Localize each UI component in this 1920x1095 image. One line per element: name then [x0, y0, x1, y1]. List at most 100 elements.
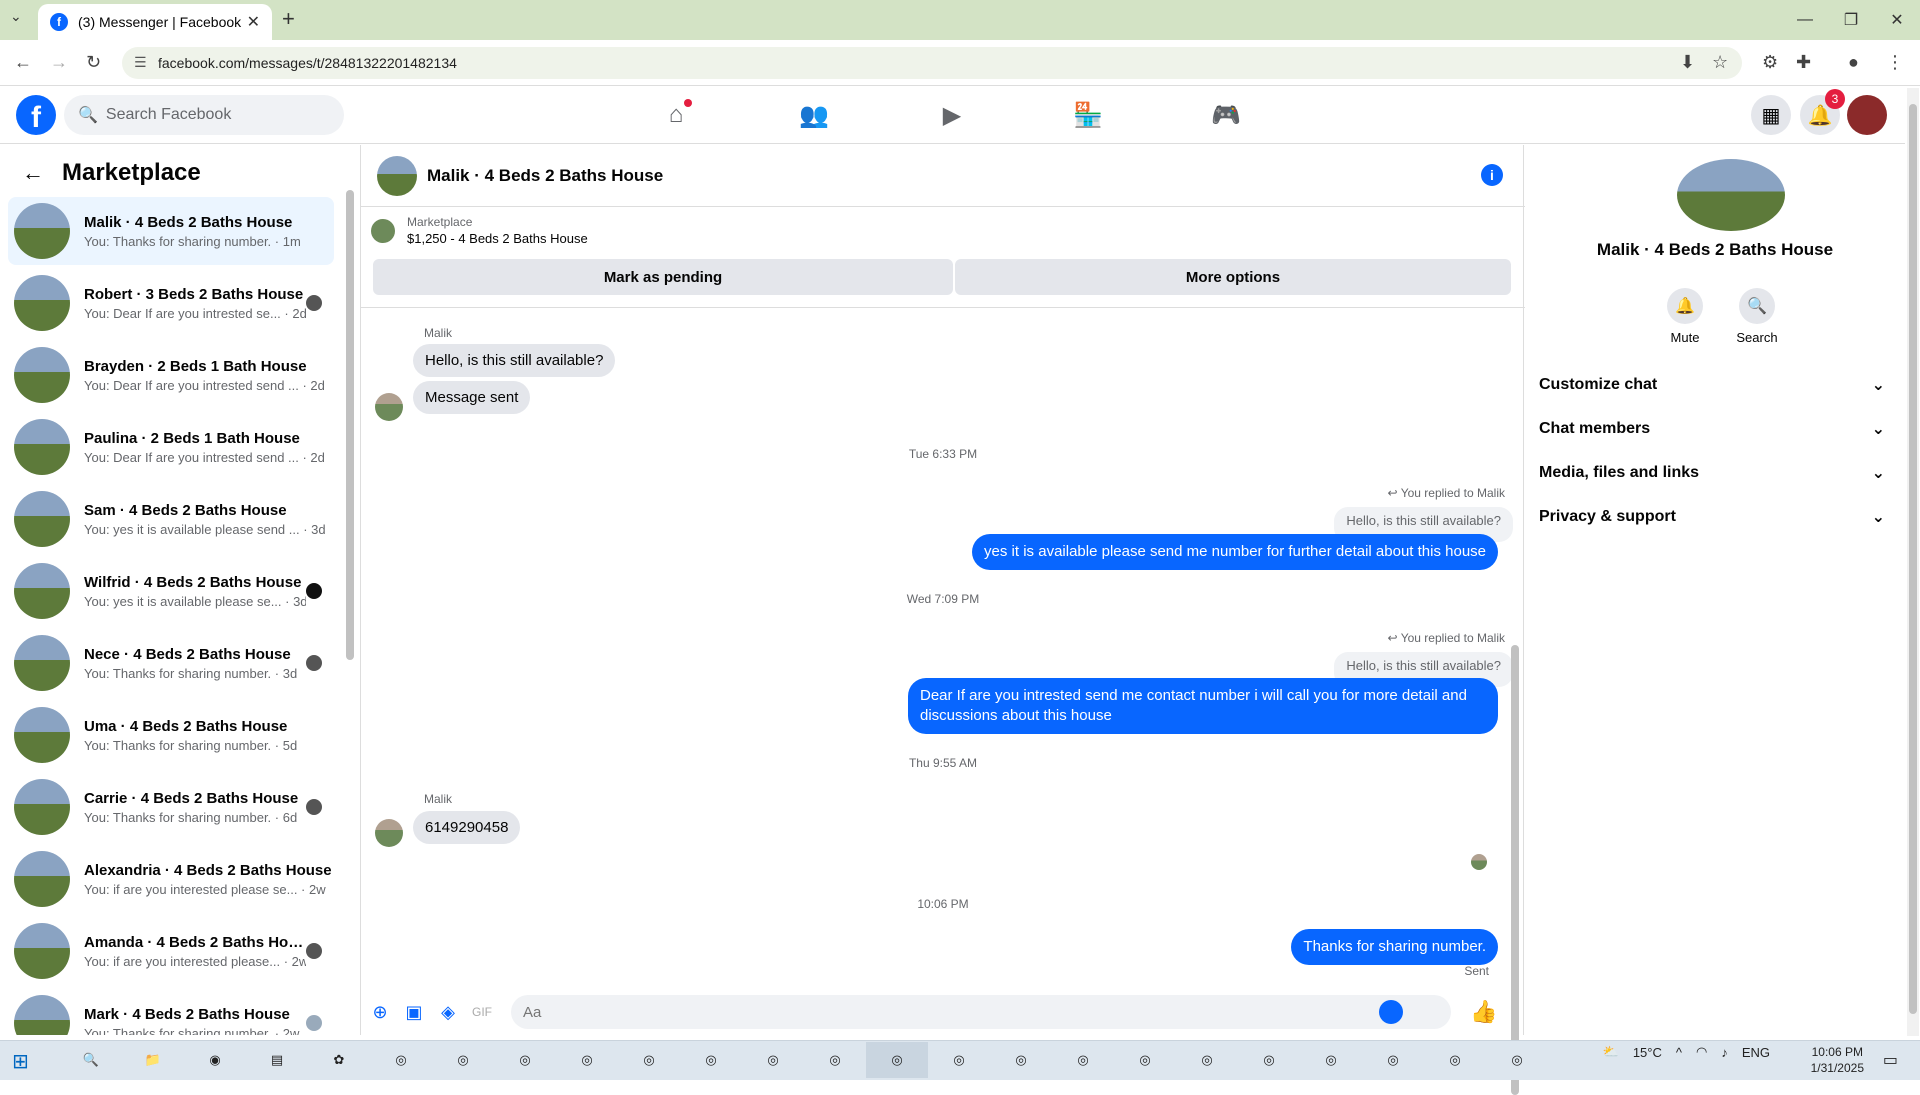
privacy-support-section[interactable]: Privacy & support ⌄	[1539, 499, 1891, 535]
avatar[interactable]	[377, 155, 417, 196]
conversation-item[interactable]: Mark · 4 Beds 2 Baths House You: Thanks f…	[8, 989, 334, 1035]
chrome-window-icon[interactable]: ◎	[432, 1042, 494, 1078]
chrome-window-icon[interactable]: ◎	[1424, 1042, 1486, 1078]
forward-icon[interactable]: →	[50, 52, 68, 73]
chrome-window-icon[interactable]: ◎	[680, 1042, 742, 1078]
chrome-window-icon[interactable]: ◎	[1362, 1042, 1424, 1078]
conversation-item[interactable]: Brayden · 2 Beds 1 Bath House You: Dear I…	[8, 341, 334, 409]
conversation-item[interactable]: Wilfrid · 4 Beds 2 Baths House You: yes i…	[8, 557, 334, 625]
chat-title[interactable]: Malik · 4 Beds 2 Baths House	[427, 166, 663, 186]
conversation-item[interactable]: Robert · 3 Beds 2 Baths House You: Dear I…	[8, 269, 334, 337]
chrome-window-icon[interactable]: ◎	[1114, 1042, 1176, 1078]
new-tab-icon[interactable]: +	[282, 6, 295, 32]
conversation-item[interactable]: Uma · 4 Beds 2 Baths House You: Thanks fo…	[8, 701, 334, 769]
facebook-search[interactable]: 🔍	[64, 95, 344, 135]
conversation-item[interactable]: Sam · 4 Beds 2 Baths House You: yes it is…	[8, 485, 334, 553]
chrome-window-icon[interactable]: ◎	[1300, 1042, 1362, 1078]
search-action[interactable]: 🔍 Search	[1722, 288, 1792, 345]
chrome-window-icon[interactable]: ◎	[1052, 1042, 1114, 1078]
more-options-button[interactable]: More options	[955, 259, 1511, 295]
conversation-list-scrollbar[interactable]	[346, 190, 354, 660]
page-scrollbar[interactable]	[1907, 88, 1919, 1036]
chat-members-section[interactable]: Chat members ⌄	[1539, 411, 1891, 447]
install-icon[interactable]: ⬇	[1680, 52, 1695, 73]
conversation-item[interactable]: Paulina · 2 Beds 1 Bath House You: Dear I…	[8, 413, 334, 481]
account-avatar[interactable]	[1847, 95, 1887, 135]
marketplace-icon[interactable]: 🏪	[1068, 98, 1108, 132]
tray-chevron-icon[interactable]: ^	[1676, 1045, 1682, 1060]
watch-icon[interactable]: ▶	[932, 98, 972, 132]
close-tab-icon[interactable]: ✕	[247, 12, 260, 32]
menu-dots-icon[interactable]: ⋮	[1886, 52, 1904, 73]
windows-start-icon[interactable]: ⊞	[12, 1049, 29, 1074]
mark-pending-button[interactable]: Mark as pending	[373, 259, 953, 295]
profile-picture[interactable]	[1677, 159, 1785, 231]
browser-tab[interactable]: f (3) Messenger | Facebook ✕	[38, 4, 272, 40]
info-icon[interactable]: i	[1481, 164, 1503, 186]
message-input[interactable]	[523, 1003, 1403, 1021]
gif-icon[interactable]: GIF	[467, 997, 497, 1027]
chrome-window-icon[interactable]: ◎	[1238, 1042, 1300, 1078]
chrome-window-icon[interactable]: ◎	[1176, 1042, 1238, 1078]
customize-chat-section[interactable]: Customize chat ⌄	[1539, 367, 1891, 403]
reload-icon[interactable]: ↻	[86, 52, 101, 73]
gaming-icon[interactable]: 🎮	[1206, 98, 1246, 132]
conversation-item[interactable]: Carrie · 4 Beds 2 Baths House You: Thanks…	[8, 773, 334, 841]
address-bar[interactable]: ☰ facebook.com/messages/t/28481322201482…	[122, 47, 1742, 79]
puzzle-icon[interactable]: ✚	[1796, 52, 1811, 73]
bookmark-star-icon[interactable]: ☆	[1712, 52, 1728, 73]
conversation-item[interactable]: Amanda · 4 Beds 2 Baths Hou... You: if ar…	[8, 917, 334, 985]
site-info-icon[interactable]: ☰	[134, 54, 147, 71]
mute-action[interactable]: 🔔 Mute	[1650, 288, 1720, 345]
chrome-window-icon[interactable]: ◎	[556, 1042, 618, 1078]
chrome-window-icon[interactable]: ◎	[804, 1042, 866, 1078]
conversation-item[interactable]: Malik · 4 Beds 2 Baths House You: Thanks …	[8, 197, 334, 265]
conversation-item[interactable]: Alexandria · 4 Beds 2 Baths House You: if…	[8, 845, 334, 913]
back-icon[interactable]: ←	[14, 52, 32, 73]
conversation-item[interactable]: Nece · 4 Beds 2 Baths House You: Thanks f…	[8, 629, 334, 697]
like-thumb-icon[interactable]: 👍	[1469, 997, 1499, 1027]
add-attachment-icon[interactable]: ⊕	[365, 997, 395, 1027]
minimize-icon[interactable]: —	[1782, 0, 1828, 40]
wifi-icon[interactable]: ◠	[1696, 1044, 1707, 1060]
chrome-window-icon[interactable]: ◎	[494, 1042, 556, 1078]
page-scrollbar-thumb[interactable]	[1909, 104, 1917, 1014]
sent-status: Sent	[1464, 964, 1489, 978]
chrome-window-icon[interactable]: ◎	[742, 1042, 804, 1078]
chrome-window-icon[interactable]: ◎	[370, 1042, 432, 1078]
friends-icon[interactable]: 👥	[794, 98, 834, 132]
facebook-logo-icon[interactable]: f	[16, 95, 56, 135]
notification-center-icon[interactable]: ▭	[1883, 1050, 1898, 1070]
file-explorer-icon[interactable]: 📁	[122, 1042, 184, 1078]
back-arrow-icon[interactable]: ←	[22, 160, 44, 186]
taskbar-search-icon[interactable]: 🔍	[60, 1042, 122, 1078]
app-icon[interactable]: ✿	[308, 1042, 370, 1078]
search-input[interactable]	[105, 106, 326, 124]
seen-avatar	[306, 295, 322, 311]
language-indicator[interactable]: ENG	[1742, 1045, 1770, 1060]
chrome-window-icon[interactable]: ◎	[928, 1042, 990, 1078]
restore-icon[interactable]: ❐	[1828, 0, 1874, 40]
close-window-icon[interactable]: ✕	[1874, 0, 1920, 40]
edge-icon[interactable]: ◉	[184, 1042, 246, 1078]
chrome-window-icon[interactable]: ◎	[618, 1042, 680, 1078]
extension-icon[interactable]: ⚙	[1762, 52, 1778, 73]
marketplace-listing[interactable]: Marketplace $1,250 - 4 Beds 2 Baths Hous…	[371, 215, 588, 246]
message-input-box[interactable]	[511, 995, 1451, 1029]
media-files-section[interactable]: Media, files and links ⌄	[1539, 455, 1891, 491]
volume-icon[interactable]: ♪	[1721, 1045, 1728, 1060]
weather-icon[interactable]: ⛅	[1603, 1044, 1619, 1060]
taskbar-clock[interactable]: 10:06 PM 1/31/2025	[1811, 1044, 1864, 1076]
chrome-window-icon[interactable]: ◎	[1486, 1042, 1548, 1078]
profile-icon[interactable]: ●	[1848, 52, 1859, 73]
menu-grid-icon[interactable]: ▦	[1751, 95, 1791, 135]
sticker-icon[interactable]: ◈	[433, 997, 463, 1027]
sticky-notes-icon[interactable]: ▤	[246, 1042, 308, 1078]
chrome-window-icon[interactable]: ◎	[990, 1042, 1052, 1078]
emoji-icon[interactable]	[1379, 1000, 1403, 1024]
chrome-window-icon[interactable]: ◎	[866, 1042, 928, 1078]
photo-icon[interactable]: ▣	[399, 997, 429, 1027]
avatar	[14, 275, 70, 331]
tab-search-icon[interactable]: ⌄	[10, 8, 22, 25]
weather-temp[interactable]: 15°C	[1633, 1045, 1662, 1060]
